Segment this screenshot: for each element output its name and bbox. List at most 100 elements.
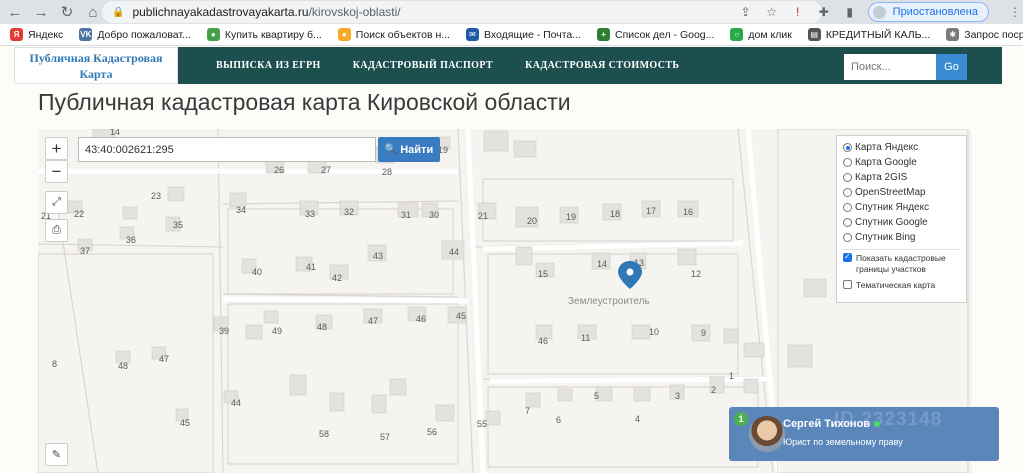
house-number-label: 32: [344, 207, 354, 217]
home-icon[interactable]: ⌂: [82, 1, 104, 23]
layer-radio[interactable]: [843, 233, 852, 242]
building-footprint: [435, 404, 455, 422]
fullscreen-icon[interactable]: ⤢: [45, 191, 68, 214]
bookmark-favicon-icon: +: [597, 28, 611, 41]
consultant-role: Юрист по земельному праву: [783, 437, 903, 447]
checkbox-thematic-map[interactable]: Тематическая карта: [843, 280, 960, 291]
cadastral-number-input[interactable]: [78, 137, 376, 162]
bookmark-favicon-icon: VK: [79, 28, 93, 41]
extension-dot-icon[interactable]: !: [790, 4, 806, 20]
site-search-button[interactable]: Go: [936, 54, 967, 80]
house-number-label: 31: [401, 210, 411, 220]
page-title: Публичная кадастровая карта Кировской об…: [38, 89, 571, 115]
building-footprint: [329, 392, 345, 412]
bookmark-item[interactable]: VK Добро пожаловат...: [79, 28, 191, 41]
bookmark-item[interactable]: ✱ Запрос посредств...: [946, 28, 1023, 41]
profile-button[interactable]: Приостановлена: [867, 2, 989, 22]
reload-icon[interactable]: ↻: [56, 1, 78, 23]
print-icon[interactable]: ⎙: [45, 219, 68, 242]
checkbox-borders-box[interactable]: [843, 251, 852, 262]
house-number-label: 6: [556, 415, 561, 425]
menu-kebab-icon[interactable]: ⋮: [1007, 4, 1023, 20]
lock-icon: 🔒: [112, 6, 125, 18]
house-number-label: 4: [635, 414, 640, 424]
building-footprint: [515, 246, 533, 266]
ruler-icon[interactable]: ✎: [45, 443, 68, 466]
nav-value[interactable]: КАДАСТРОВАЯ СТОИМОСТЬ: [525, 60, 679, 71]
url-path: /kirovskoj-oblasti/: [308, 5, 401, 19]
location-marker-icon[interactable]: [618, 261, 642, 289]
layer-option[interactable]: Карта Google: [843, 155, 960, 170]
find-button[interactable]: 🔍 Найти: [378, 137, 440, 162]
house-number-label: 7: [525, 406, 530, 416]
building-footprint: [631, 324, 651, 340]
house-number-label: 12: [691, 269, 701, 279]
address-bar[interactable]: 🔒 publichnayakadastrovayakarta.ru/kirovs…: [102, 1, 822, 23]
site-logo[interactable]: Публичная Кадастровая Карта: [14, 47, 178, 84]
house-number-label: 55: [477, 419, 487, 429]
layer-radio[interactable]: [843, 143, 852, 152]
building-footprint: [289, 374, 307, 396]
bookmark-favicon-icon: ●: [206, 28, 220, 41]
checkbox-thematic-box[interactable]: [843, 280, 852, 289]
logo-line2: Карта: [79, 67, 113, 81]
bookmark-item[interactable]: Я Яндекс: [10, 28, 63, 41]
house-number-label: 2: [711, 385, 716, 395]
house-number-label: 48: [118, 361, 128, 371]
bookmark-item[interactable]: ● Поиск объектов н...: [337, 28, 450, 41]
sidepanel-icon[interactable]: ▮: [842, 4, 858, 20]
house-number-label: 30: [429, 210, 439, 220]
house-number-label: 36: [126, 235, 136, 245]
star-icon[interactable]: ☆: [764, 4, 780, 20]
forward-arrow-icon[interactable]: →: [30, 1, 52, 23]
bookmark-favicon-icon: Я: [10, 28, 23, 41]
bookmark-label: Входящие - Почта...: [484, 28, 582, 41]
puzzle-icon[interactable]: ✚: [816, 4, 832, 20]
site-search-input[interactable]: [844, 54, 936, 80]
browser-toolbar: ← → ↻ ⌂ 🔒 publichnayakadastrovayakarta.r…: [0, 0, 1023, 24]
layer-radio[interactable]: [843, 158, 852, 167]
checkbox-borders-label: Показать кадастровые границы участков: [856, 253, 946, 274]
zoom-out-button[interactable]: −: [45, 160, 68, 183]
layer-option[interactable]: Спутник Bing: [843, 230, 960, 245]
house-number-label: 45: [456, 311, 466, 321]
main-nav: ВЫПИСКА ИЗ ЕГРН КАДАСТРОВЫЙ ПАСПОРТ КАДА…: [216, 47, 711, 84]
layer-option[interactable]: Карта 2GIS: [843, 170, 960, 185]
bookmark-item[interactable]: + Список дел - Goog...: [597, 28, 714, 41]
house-number-label: 41: [306, 262, 316, 272]
building-footprint: [677, 248, 697, 266]
bookmark-item[interactable]: ● Купить квартиру б...: [206, 28, 322, 41]
zoom-in-button[interactable]: +: [45, 137, 68, 160]
house-number-label: 46: [538, 336, 548, 346]
house-number-label: 10: [649, 327, 659, 337]
layer-option-label: Карта Google: [855, 157, 917, 168]
building-footprint: [803, 278, 827, 298]
layer-radio[interactable]: [843, 188, 852, 197]
consultant-chat-widget[interactable]: ID 2323148 1 Сергей Тихонов Юрист по зем…: [729, 407, 999, 461]
bookmark-item[interactable]: ○ дом клик: [730, 28, 792, 41]
back-arrow-icon[interactable]: ←: [4, 1, 26, 23]
nav-egrn[interactable]: ВЫПИСКА ИЗ ЕГРН: [216, 60, 321, 71]
layer-option[interactable]: Спутник Google: [843, 215, 960, 230]
online-status-icon: [874, 421, 881, 427]
layer-radio[interactable]: [843, 218, 852, 227]
bookmark-item[interactable]: ▤ КРЕДИТНЫЙ КАЛЬ...: [807, 28, 930, 41]
bookmark-label: Поиск объектов н...: [355, 28, 450, 41]
layer-radio[interactable]: [843, 173, 852, 182]
house-number-label: 18: [610, 209, 620, 219]
house-number-label: 37: [80, 246, 90, 256]
house-number-label: 11: [581, 333, 590, 343]
building-footprint: [743, 342, 765, 358]
layer-option[interactable]: Карта Яндекс: [843, 140, 960, 155]
layer-option[interactable]: Спутник Яндекс: [843, 200, 960, 215]
bookmark-item[interactable]: ✉ Входящие - Почта...: [466, 28, 581, 41]
layer-radio[interactable]: [843, 203, 852, 212]
share-icon[interactable]: ⇪: [738, 4, 754, 20]
house-number-label: 57: [380, 432, 390, 442]
checkbox-cadastral-borders[interactable]: Показать кадастровые границы участков: [843, 251, 960, 275]
bookmark-label: Яндекс: [28, 28, 64, 41]
layer-option-label: Спутник Google: [855, 217, 928, 228]
nav-passport[interactable]: КАДАСТРОВЫЙ ПАСПОРТ: [353, 60, 493, 71]
layer-option[interactable]: OpenStreetMap: [843, 185, 960, 200]
find-button-label: Найти: [400, 143, 434, 156]
